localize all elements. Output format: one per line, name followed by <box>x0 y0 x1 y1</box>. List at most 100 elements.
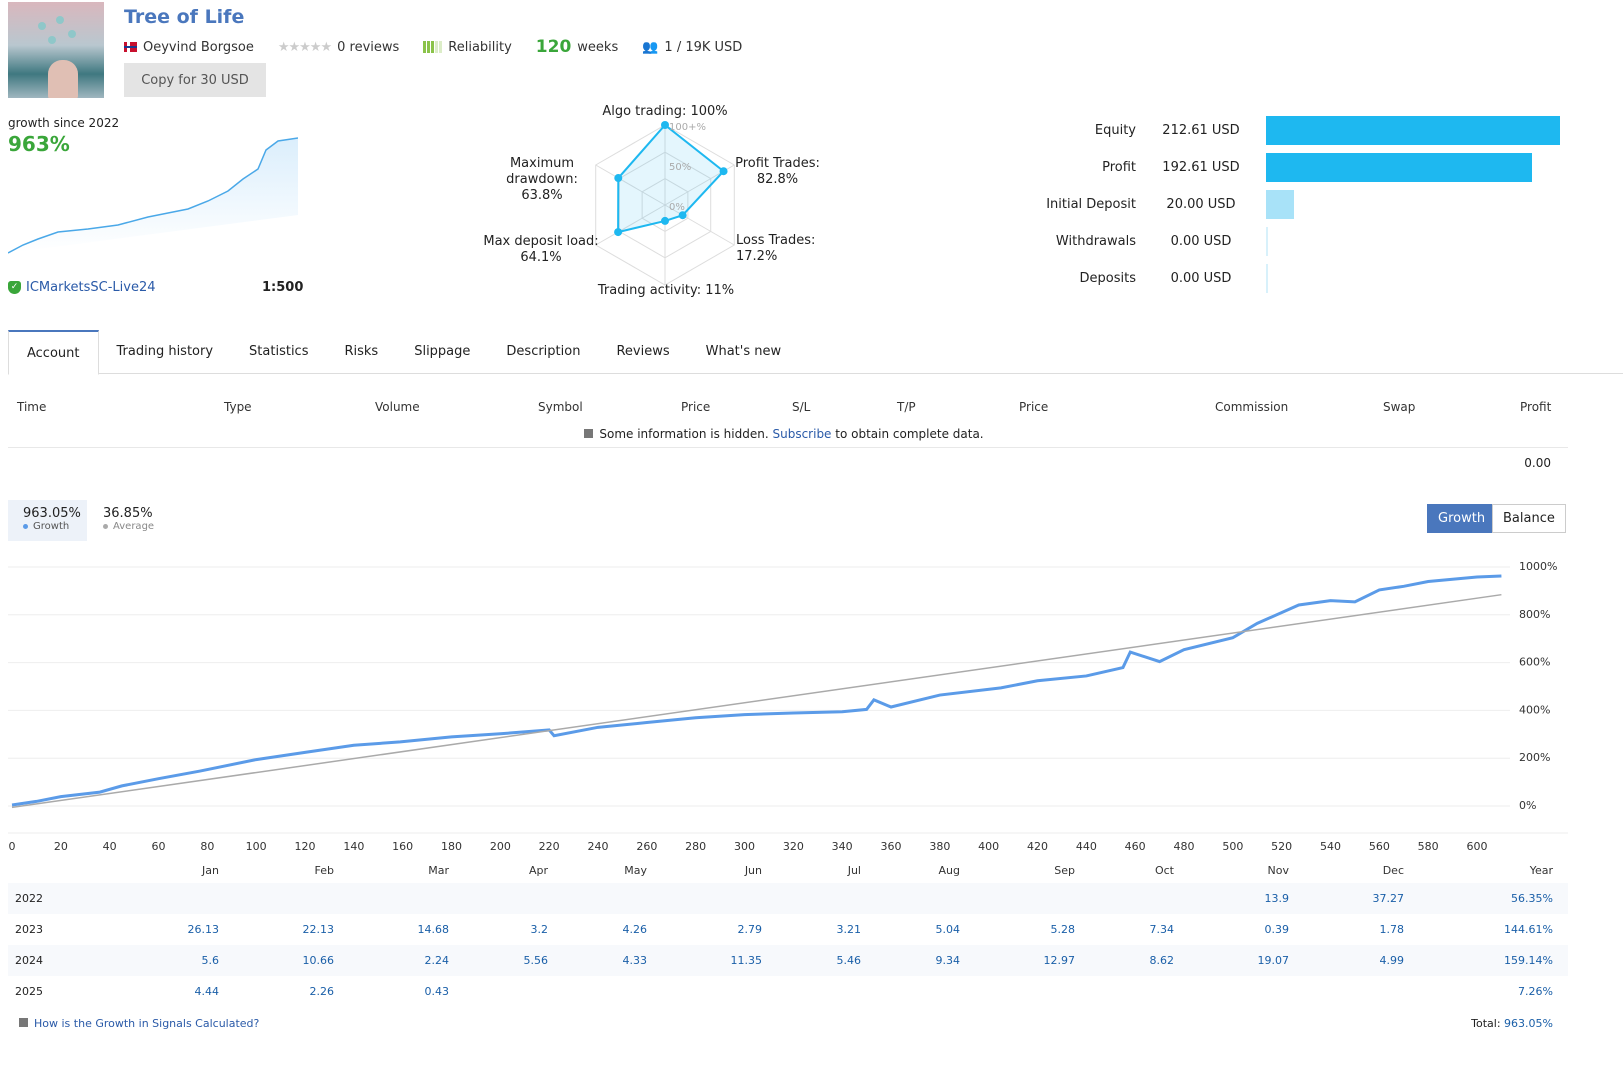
x-tick-label: 240 <box>588 840 609 853</box>
growth-stat[interactable]: 963.05% Growth <box>8 500 87 541</box>
total-growth: Total: 963.05% <box>1471 1017 1553 1030</box>
tab-statistics[interactable]: Statistics <box>231 330 326 373</box>
y-tick-label: 1000% <box>1519 560 1557 573</box>
column-header[interactable]: Volume <box>375 400 420 414</box>
month-header: May <box>624 864 647 877</box>
average-stat[interactable]: 36.85% Average <box>88 500 169 541</box>
column-header[interactable]: Commission <box>1215 400 1288 414</box>
tab-description[interactable]: Description <box>488 330 598 373</box>
broker-server[interactable]: ✓ ICMarketsSC-Live24 <box>8 280 155 295</box>
tab-trading-history[interactable]: Trading history <box>99 330 232 373</box>
radar-tick: 50% <box>669 162 691 173</box>
radar-label-profit: Profit Trades: 82.8% <box>735 156 820 187</box>
month-value[interactable]: 19.07 <box>1258 954 1290 967</box>
finance-value: 192.61 USD <box>1162 160 1240 175</box>
finance-value: 20.00 USD <box>1166 197 1236 212</box>
subscribers-icon: 👥 <box>642 39 659 55</box>
month-value[interactable]: 5.6 <box>202 954 220 967</box>
month-value[interactable]: 56.35% <box>1511 892 1553 905</box>
month-value[interactable]: 22.13 <box>303 923 335 936</box>
month-value[interactable]: 37.27 <box>1373 892 1405 905</box>
x-tick-label: 180 <box>441 840 462 853</box>
month-value[interactable]: 0.43 <box>425 985 450 998</box>
growth-toggle-button[interactable]: Growth <box>1427 504 1497 533</box>
column-header[interactable]: Time <box>17 400 46 414</box>
tab-reviews[interactable]: Reviews <box>598 330 687 373</box>
month-value[interactable]: 5.28 <box>1051 923 1076 936</box>
column-header[interactable]: Profit <box>1520 400 1551 414</box>
month-value[interactable]: 4.33 <box>623 954 648 967</box>
month-value[interactable]: 4.44 <box>195 985 220 998</box>
year-label: 2023 <box>15 923 43 936</box>
month-value[interactable]: 8.62 <box>1150 954 1175 967</box>
tab-bar: Account Trading history Statistics Risks Sli… <box>8 330 1623 375</box>
month-value[interactable]: 7.26% <box>1518 985 1553 998</box>
radar-point <box>614 174 623 183</box>
month-value[interactable]: 5.04 <box>936 923 961 936</box>
radar-area <box>617 123 726 234</box>
month-value[interactable]: 7.34 <box>1150 923 1175 936</box>
year-row: 2024 5.6 10.66 2.24 5.56 4.33 11.35 5.46 9.34 12.… <box>8 945 1568 976</box>
month-header: Year <box>1529 864 1553 877</box>
column-header[interactable]: Swap <box>1383 400 1415 414</box>
month-value[interactable]: 12.97 <box>1044 954 1076 967</box>
y-tick-label: 600% <box>1519 656 1550 669</box>
reviews-count[interactable]: 0 reviews <box>337 40 399 55</box>
month-value[interactable]: 5.56 <box>524 954 549 967</box>
growth-chart: 1000% 800% 600% 400% 200% 0% 0 20 40 60 80 100 120 14… <box>8 560 1568 853</box>
month-value[interactable]: 26.13 <box>188 923 220 936</box>
column-header[interactable]: Symbol <box>538 400 583 414</box>
month-header: Apr <box>528 864 548 877</box>
broker-link[interactable]: ICMarketsSC-Live24 <box>26 280 155 295</box>
x-tick-label: 20 <box>54 840 68 853</box>
month-value[interactable]: 14.68 <box>418 923 450 936</box>
tab-risks[interactable]: Risks <box>326 330 396 373</box>
month-value[interactable]: 159.14% <box>1504 954 1553 967</box>
finance-row: Initial Deposit 20.00 USD <box>1000 186 1570 223</box>
month-value[interactable]: 10.66 <box>303 954 335 967</box>
x-tick-label: 360 <box>881 840 902 853</box>
column-header[interactable]: T/P <box>897 400 916 414</box>
growth-dot-icon <box>23 523 28 529</box>
rating-stars-icon: ★★★★★ <box>277 39 332 55</box>
signal-title[interactable]: Tree of Life <box>124 6 244 28</box>
month-value[interactable]: 2.24 <box>425 954 450 967</box>
radar-label-algo: Algo trading: 100% <box>602 104 728 119</box>
balance-toggle-button[interactable]: Balance <box>1492 504 1566 533</box>
growth-since-label: growth since 2022 <box>8 116 120 130</box>
month-value[interactable]: 2.79 <box>738 923 763 936</box>
month-value[interactable]: 2.26 <box>310 985 335 998</box>
column-header[interactable]: S/L <box>792 400 810 414</box>
x-tick-label: 580 <box>1418 840 1439 853</box>
info-icon <box>19 1018 28 1027</box>
growth-help-link[interactable]: How is the Growth in Signals Calculated? <box>19 1017 259 1030</box>
month-value[interactable]: 1.78 <box>1380 923 1405 936</box>
month-value[interactable]: 3.2 <box>531 923 549 936</box>
x-tick-label: 60 <box>152 840 166 853</box>
author-name[interactable]: Oeyvind Borgsoe <box>143 40 254 55</box>
copy-button[interactable]: Copy for 30 USD <box>124 63 266 97</box>
month-value[interactable]: 5.46 <box>837 954 862 967</box>
radar-label-load: Max deposit load: 64.1% <box>483 234 599 265</box>
finance-bar <box>1266 153 1533 182</box>
x-tick-label: 340 <box>832 840 853 853</box>
x-tick-label: 0 <box>9 840 16 853</box>
month-value[interactable]: 13.9 <box>1265 892 1290 905</box>
column-header[interactable]: Type <box>224 400 252 414</box>
month-value[interactable]: 3.21 <box>837 923 862 936</box>
tab-slippage[interactable]: Slippage <box>396 330 488 373</box>
y-tick-label: 400% <box>1519 703 1550 716</box>
month-value[interactable]: 144.61% <box>1504 923 1553 936</box>
month-header: Nov <box>1267 864 1289 877</box>
month-value[interactable]: 0.39 <box>1265 923 1290 936</box>
column-header[interactable]: Price <box>1019 400 1048 414</box>
subscribe-link[interactable]: Subscribe <box>772 427 831 441</box>
month-value[interactable]: 4.26 <box>623 923 648 936</box>
tab-what-s-new[interactable]: What's new <box>688 330 800 373</box>
tab-account[interactable]: Account <box>8 330 99 375</box>
month-value[interactable]: 4.99 <box>1380 954 1405 967</box>
column-header[interactable]: Price <box>681 400 710 414</box>
x-tick-label: 160 <box>392 840 413 853</box>
month-value[interactable]: 11.35 <box>731 954 763 967</box>
month-value[interactable]: 9.34 <box>936 954 961 967</box>
